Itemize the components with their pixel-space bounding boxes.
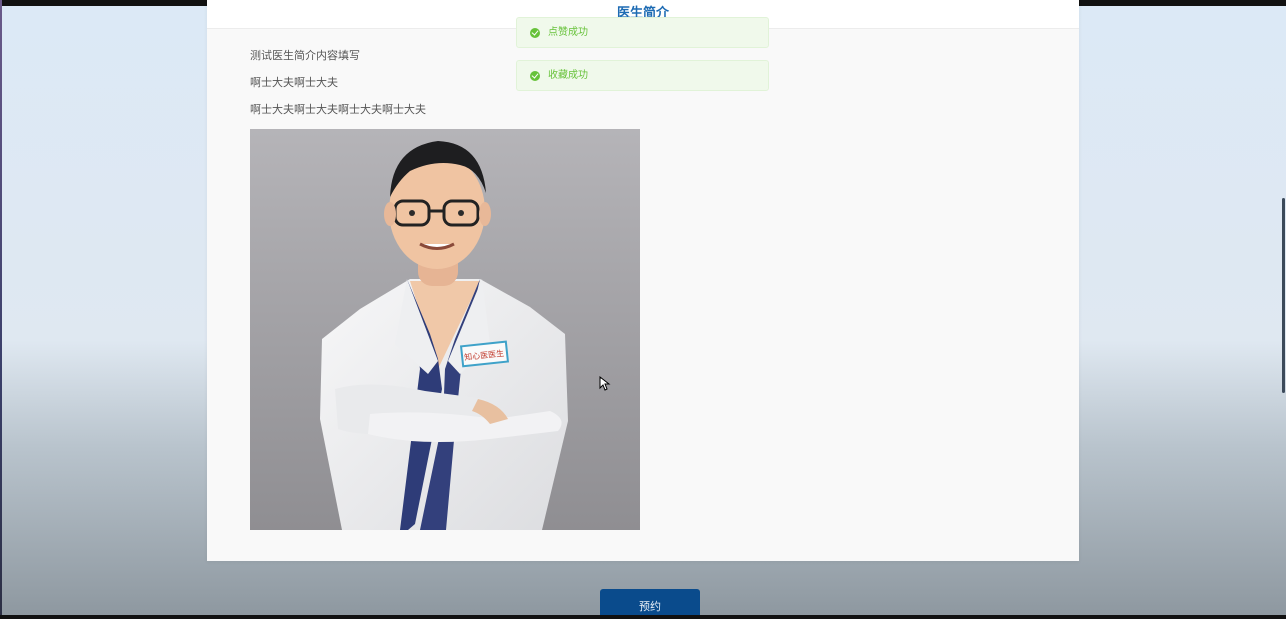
toast-favorite-text: 收藏成功: [548, 70, 588, 81]
toast-like-text: 点赞成功: [548, 27, 588, 38]
intro-line-1: 测试医生简介内容填写: [250, 49, 360, 62]
bottom-window-bar: [0, 615, 1286, 619]
mouse-cursor-icon: [599, 376, 611, 391]
check-circle-icon: [530, 28, 540, 38]
app-screen: 医生简介 测试医生简介内容填写 啊士大夫啊士大夫 啊士大夫啊士大夫啊士大夫啊士大…: [0, 0, 1286, 619]
page-scrollbar[interactable]: [1282, 198, 1285, 393]
intro-line-3: 啊士大夫啊士大夫啊士大夫啊士大夫: [250, 103, 426, 116]
left-window-edge: [0, 0, 2, 619]
toast-like-success: 点赞成功: [516, 17, 769, 48]
doctor-photo: 知心医医生: [250, 129, 640, 530]
check-circle-icon: [530, 71, 540, 81]
intro-line-2: 啊士大夫啊士大夫: [250, 76, 338, 89]
toast-favorite-success: 收藏成功: [516, 60, 769, 91]
doctor-portrait-image: 知心医医生: [250, 129, 640, 530]
